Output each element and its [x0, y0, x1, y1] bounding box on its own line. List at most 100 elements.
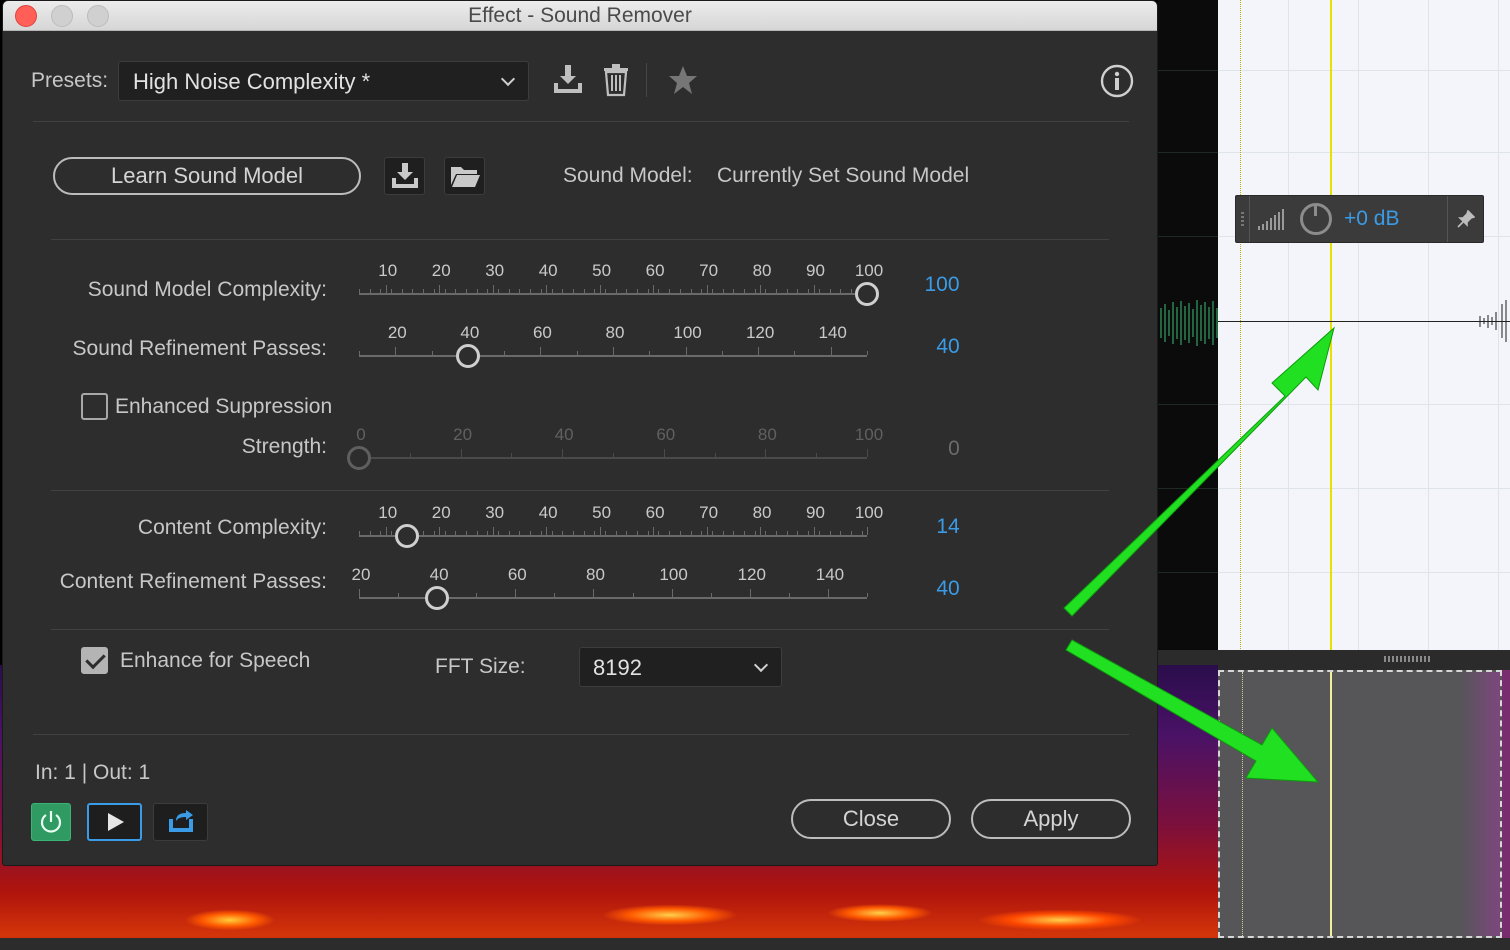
loop-icon[interactable]	[153, 803, 208, 841]
slider-minor-tick	[530, 289, 532, 293]
slider-minor-tick	[391, 531, 393, 535]
slider-tick-label: 80	[585, 565, 605, 584]
slider-major-tick	[813, 527, 815, 535]
slider-minor-tick	[431, 351, 433, 355]
sound-refinement-passes-slider[interactable]: 20 40 60 80 100 120 140	[359, 321, 899, 381]
slider-track[interactable]	[359, 457, 867, 459]
pin-icon[interactable]	[1447, 196, 1483, 242]
slider-track[interactable]	[359, 293, 867, 295]
slider-minor-tick	[409, 453, 411, 457]
fft-size-dropdown[interactable]: 8192	[579, 647, 782, 687]
slider-minor-tick	[604, 531, 606, 535]
content-complexity-slider[interactable]: 10 20 30 40 50 60 70 80 90 100	[359, 501, 899, 561]
save-preset-icon[interactable]	[551, 63, 585, 97]
slider-minor-tick	[647, 531, 649, 535]
dialog-titlebar[interactable]: Effect - Sound Remover	[3, 1, 1157, 31]
sound-model-complexity-value[interactable]: 100	[902, 273, 982, 297]
slider-major-tick	[599, 527, 601, 535]
section-divider	[51, 490, 1109, 491]
slider-thumb[interactable]	[425, 586, 450, 610]
slider-minor-tick	[401, 289, 403, 293]
slider-tick-label: 140	[818, 323, 847, 342]
slider-tick-label: 60	[532, 323, 552, 342]
slider-major-tick	[765, 449, 767, 457]
fft-size-label: FFT Size:	[435, 655, 526, 678]
slider-minor-tick	[369, 531, 371, 535]
slider-minor-tick	[412, 289, 414, 293]
gain-knob[interactable]	[1300, 203, 1332, 235]
slider-tick-label: 0	[356, 425, 366, 444]
spectral-selection[interactable]	[1218, 670, 1502, 938]
gain-hud[interactable]: +0 dB	[1235, 195, 1484, 243]
slider-minor-tick	[788, 593, 790, 597]
divider-handle[interactable]	[1384, 656, 1432, 662]
slider-tick-label: 60	[645, 261, 665, 280]
save-model-icon[interactable]	[384, 157, 425, 195]
slider-minor-tick	[808, 289, 810, 293]
slider-thumb[interactable]	[395, 524, 420, 548]
sound-refinement-passes-value[interactable]: 40	[908, 335, 988, 359]
slider-minor-tick	[816, 453, 818, 457]
slider-minor-tick	[867, 593, 868, 597]
slider-tick-label: 50	[592, 261, 612, 280]
content-refinement-passes-value[interactable]: 40	[908, 577, 988, 601]
content-complexity-value[interactable]: 14	[908, 515, 988, 539]
enhanced-suppression-label[interactable]: Enhanced Suppression	[115, 395, 332, 419]
slider-minor-tick	[797, 531, 799, 535]
sound-model-value: Currently Set Sound Model	[717, 164, 970, 187]
apply-button[interactable]: Apply	[971, 799, 1131, 839]
slider-track[interactable]	[359, 355, 867, 357]
sound-model-complexity-slider[interactable]: 10 20 30 40 50 60 70 80 90 100	[359, 259, 899, 319]
enhance-for-speech-label[interactable]: Enhance for Speech	[120, 649, 310, 673]
slider-minor-tick	[711, 531, 713, 535]
section-divider	[33, 734, 1129, 735]
power-icon[interactable]	[31, 803, 71, 841]
waveform-view[interactable]	[1218, 0, 1510, 655]
slider-minor-tick	[444, 531, 446, 535]
enhance-for-speech-checkbox[interactable]	[81, 647, 108, 674]
content-refinement-passes-slider[interactable]: 20 40 60 80 100 120 140	[352, 563, 899, 623]
slider-minor-tick	[455, 531, 457, 535]
open-folder-icon[interactable]	[444, 157, 485, 195]
slider-tick-label: 20	[431, 503, 451, 522]
slider-minor-tick	[583, 289, 585, 293]
slider-thumb[interactable]	[855, 282, 879, 306]
slider-minor-tick	[423, 289, 425, 293]
slider-minor-tick	[754, 289, 756, 293]
slider-major-tick	[515, 589, 517, 597]
slider-minor-tick	[369, 289, 371, 293]
section-divider	[51, 629, 1109, 630]
strength-label: Strength:	[241, 435, 327, 458]
slider-tick-label: 90	[806, 261, 825, 280]
slider-major-tick	[867, 527, 868, 535]
slider-tick-label: 40	[429, 565, 449, 584]
play-icon[interactable]	[87, 803, 142, 841]
learn-sound-model-button[interactable]: Learn Sound Model	[53, 157, 361, 195]
slider-minor-tick	[498, 289, 500, 293]
bottom-scroll-strip[interactable]	[0, 938, 1510, 950]
slider-major-tick	[439, 285, 441, 293]
slider-minor-tick	[508, 289, 510, 293]
slider-minor-tick	[476, 289, 478, 293]
slider-minor-tick	[669, 531, 671, 535]
info-icon[interactable]	[1100, 64, 1134, 98]
slider-minor-tick	[850, 289, 852, 293]
slider-minor-tick	[794, 351, 796, 355]
favorite-star-icon[interactable]	[667, 64, 699, 96]
slider-tick-label: 60	[507, 565, 527, 584]
slider-tick-label: 50	[592, 503, 612, 522]
slider-track[interactable]	[359, 535, 867, 537]
slider-minor-tick	[714, 453, 716, 457]
slider-tick-label: 40	[538, 261, 558, 280]
slider-thumb[interactable]	[455, 344, 480, 368]
enhanced-suppression-checkbox[interactable]	[81, 393, 108, 420]
slider-minor-tick	[551, 289, 553, 293]
delete-preset-icon[interactable]	[601, 63, 631, 97]
presets-dropdown[interactable]: High Noise Complexity *	[118, 61, 529, 101]
close-button[interactable]: Close	[791, 799, 951, 839]
slider-minor-tick	[721, 351, 723, 355]
sound-refinement-passes-label: Sound Refinement Passes:	[72, 337, 327, 360]
slider-minor-tick	[679, 531, 681, 535]
hud-grip-handle[interactable]	[1236, 196, 1250, 242]
playhead-spectral[interactable]	[1330, 672, 1332, 936]
